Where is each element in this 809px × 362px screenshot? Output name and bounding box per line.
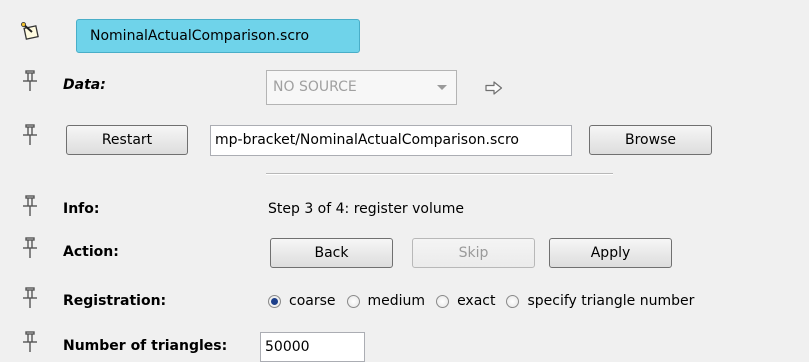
apply-button[interactable]: Apply (549, 238, 672, 268)
pin-icon[interactable] (22, 195, 38, 217)
pin-icon[interactable] (22, 124, 38, 146)
chevron-down-icon (437, 85, 447, 90)
restart-button[interactable]: Restart (66, 125, 188, 155)
data-label: Data: (63, 77, 106, 93)
radio-label: exact (457, 293, 496, 309)
radio-label: medium (367, 293, 426, 309)
info-label: Info: (63, 201, 100, 217)
registration-radio-group: coarse medium exact specify triangle num… (268, 292, 705, 310)
radio-label: specify triangle number (527, 293, 695, 309)
arrow-right-icon[interactable] (485, 81, 503, 95)
number-of-triangles-field[interactable]: 50000 (260, 332, 365, 362)
radio-option-medium[interactable]: medium (346, 293, 426, 309)
radio-button[interactable] (268, 294, 281, 308)
radio-option-coarse[interactable]: coarse (268, 293, 336, 309)
wand-icon (21, 22, 43, 42)
file-path-field[interactable]: mp-bracket/NominalActualComparison.scro (210, 125, 572, 156)
radio-button[interactable] (436, 294, 450, 308)
skip-button[interactable]: Skip (412, 238, 535, 268)
data-source-value: NO SOURCE (273, 79, 357, 95)
title-box[interactable]: NominalActualComparison.scro (76, 19, 360, 53)
radio-option-specify-triangle-number[interactable]: specify triangle number (506, 293, 694, 309)
info-value: Step 3 of 4: register volume (268, 201, 465, 217)
action-label: Action: (63, 244, 119, 260)
registration-label: Registration: (63, 293, 167, 309)
radio-button[interactable] (506, 294, 520, 308)
back-button[interactable]: Back (270, 238, 393, 268)
pin-icon[interactable] (22, 70, 38, 92)
browse-button[interactable]: Browse (589, 125, 712, 155)
radio-button[interactable] (346, 294, 360, 308)
radio-option-exact[interactable]: exact (436, 293, 495, 309)
pin-icon[interactable] (22, 331, 38, 353)
number-of-triangles-label: Number of triangles: (63, 338, 228, 354)
separator (266, 173, 613, 175)
pin-icon[interactable] (22, 237, 38, 259)
pin-icon[interactable] (22, 287, 38, 309)
radio-label: coarse (289, 293, 336, 309)
data-source-select[interactable]: NO SOURCE (266, 70, 457, 105)
